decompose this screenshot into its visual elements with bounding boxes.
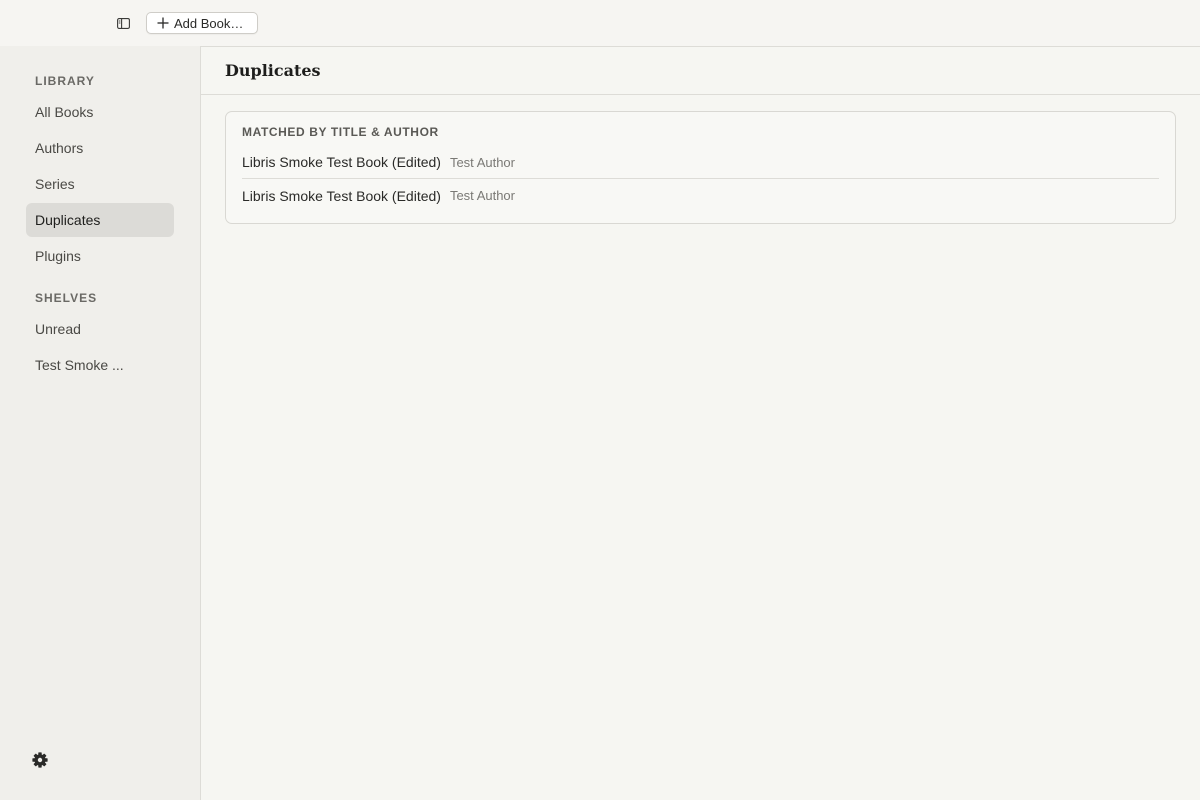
page-title: Duplicates: [225, 61, 321, 80]
duplicate-group-card: MATCHED BY TITLE & AUTHOR Libris Smoke T…: [225, 111, 1176, 224]
duplicate-book-row[interactable]: Libris Smoke Test Book (Edited) Test Aut…: [242, 179, 1159, 212]
sidebar-item-test-smoke[interactable]: Test Smoke ...: [26, 348, 174, 382]
sidebar-item-plugins[interactable]: Plugins: [26, 239, 174, 273]
plus-icon: [156, 17, 169, 30]
duplicate-book-row[interactable]: Libris Smoke Test Book (Edited) Test Aut…: [242, 146, 1159, 179]
sidebar-toggle-icon[interactable]: [114, 15, 132, 31]
main-content: Duplicates MATCHED BY TITLE & AUTHOR Lib…: [200, 46, 1200, 800]
sidebar-item-series[interactable]: Series: [26, 167, 174, 201]
book-author: Test Author: [449, 188, 515, 203]
sidebar: LIBRARY All Books Authors Series Duplica…: [0, 46, 200, 800]
page-header: Duplicates: [201, 47, 1200, 95]
book-author: Test Author: [449, 154, 515, 170]
book-title: Libris Smoke Test Book (Edited): [242, 187, 441, 204]
shelves-section-label: SHELVES: [35, 291, 98, 305]
sidebar-item-duplicates[interactable]: Duplicates: [26, 203, 174, 237]
library-section-label: LIBRARY: [35, 74, 95, 88]
book-title: Libris Smoke Test Book (Edited): [242, 154, 441, 170]
duplicate-group-header: MATCHED BY TITLE & AUTHOR: [242, 125, 439, 139]
toolbar: Add Book…: [0, 0, 1200, 46]
sidebar-item-all-books[interactable]: All Books: [26, 95, 174, 129]
gear-icon[interactable]: [31, 751, 49, 769]
sidebar-item-authors[interactable]: Authors: [26, 131, 174, 165]
add-book-label: Add Book…: [174, 15, 244, 31]
sidebar-item-unread[interactable]: Unread: [26, 312, 174, 346]
add-book-button[interactable]: Add Book…: [146, 12, 258, 34]
